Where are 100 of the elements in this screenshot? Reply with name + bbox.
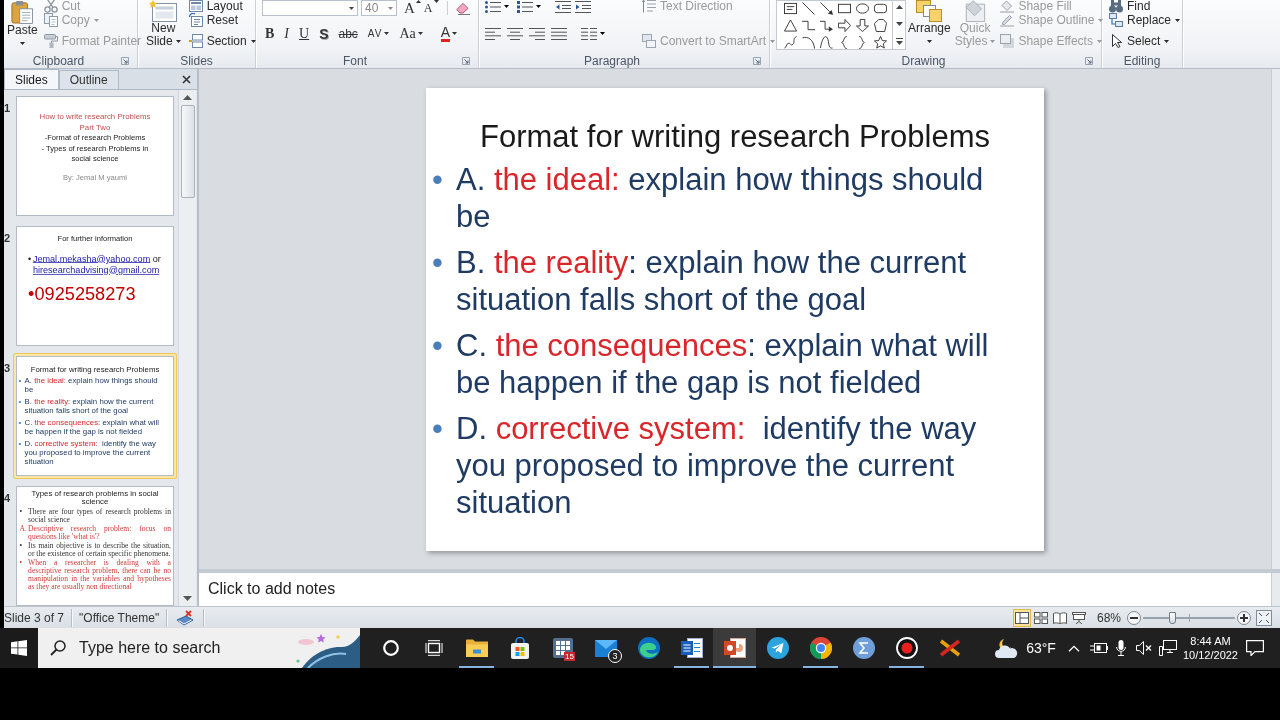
clock-time[interactable]: 8:44 AM xyxy=(1190,634,1231,648)
layout-button[interactable]: Layout xyxy=(187,0,257,12)
arc-icon[interactable] xyxy=(801,36,815,49)
clock-date[interactable]: 10/12/2022 xyxy=(1182,648,1238,662)
scrollbar[interactable] xyxy=(178,90,196,606)
theme-name[interactable]: "Office Theme" xyxy=(72,610,167,625)
columns-icon[interactable] xyxy=(581,27,597,40)
star-icon[interactable] xyxy=(873,36,887,49)
network-icon[interactable] xyxy=(1158,640,1177,656)
fit-to-window-icon[interactable] xyxy=(1256,609,1272,626)
notes-field[interactable]: Click to add notes xyxy=(199,573,1271,606)
triangle-icon[interactable] xyxy=(783,19,797,32)
bullet-list-icon[interactable] xyxy=(485,0,501,13)
scroll-up-icon[interactable] xyxy=(183,95,192,100)
right-arrow-icon[interactable] xyxy=(837,19,851,32)
rounded-rectangle-icon[interactable] xyxy=(873,2,887,15)
shadow-button[interactable]: S xyxy=(316,25,332,42)
minus-icon xyxy=(1130,616,1138,619)
email-link[interactable]: Jemal.mekasha@yahoo.com xyxy=(32,253,151,264)
spell-check-icon[interactable] xyxy=(176,609,195,626)
decrease-indent-icon[interactable] xyxy=(555,0,571,13)
taskbar-button[interactable] xyxy=(713,628,756,668)
email-link[interactable]: hiresearchadvising@gmail.com xyxy=(32,265,160,276)
microphone-icon[interactable] xyxy=(1115,640,1126,656)
scribble-icon[interactable] xyxy=(783,36,797,49)
start-button[interactable] xyxy=(0,628,38,668)
dialog-launcher-icon[interactable] xyxy=(462,56,470,65)
zoom-level[interactable]: 68% xyxy=(1096,610,1121,625)
section-button[interactable]: Section xyxy=(187,33,257,49)
find-button[interactable]: Find xyxy=(1108,0,1182,12)
shrink-font-button[interactable]: A xyxy=(423,0,439,16)
zoom-slider[interactable] xyxy=(1143,610,1235,625)
underline-button[interactable]: U xyxy=(296,25,313,42)
dialog-launcher-icon[interactable] xyxy=(1085,56,1093,65)
curve-icon[interactable] xyxy=(819,36,833,49)
caret-icon[interactable] xyxy=(600,32,605,35)
font-size-field[interactable]: 40 xyxy=(361,0,397,16)
zoom-out-button[interactable] xyxy=(1127,610,1141,625)
arrow-icon[interactable] xyxy=(819,2,833,15)
caret-icon[interactable] xyxy=(504,5,509,8)
align-center-icon[interactable] xyxy=(507,27,523,40)
align-left-icon[interactable] xyxy=(485,27,501,40)
zoom-slider-thumb[interactable] xyxy=(1168,611,1176,624)
taskbar-button[interactable]: 3 xyxy=(584,628,627,668)
zoom-in-button[interactable] xyxy=(1237,610,1251,625)
down-arrow-icon[interactable] xyxy=(855,19,869,32)
scroll-down-icon[interactable] xyxy=(895,21,903,26)
strikethrough-button[interactable]: abc xyxy=(335,25,361,42)
battery-icon[interactable] xyxy=(1089,642,1108,654)
new-slide-icon xyxy=(149,0,178,22)
replace-button[interactable]: Replace xyxy=(1108,12,1182,28)
slide-thumbnail[interactable] xyxy=(13,353,177,479)
taskbar-button[interactable]: 15 xyxy=(541,628,584,668)
pane-tab[interactable]: Outline xyxy=(58,70,119,89)
left-brace-icon[interactable] xyxy=(841,36,847,49)
reset-button[interactable]: Reset xyxy=(187,12,257,28)
shapes-gallery[interactable] xyxy=(776,0,906,50)
font-color-button[interactable]: A xyxy=(437,25,461,42)
align-right-icon[interactable] xyxy=(529,27,545,40)
normal-view-button[interactable] xyxy=(1012,608,1031,627)
elbow-arrow-icon[interactable] xyxy=(819,19,833,32)
polygon-icon[interactable] xyxy=(873,19,887,32)
font-name-field[interactable] xyxy=(262,0,358,16)
scrollbar-thumb[interactable] xyxy=(180,105,195,198)
dialog-launcher-icon[interactable] xyxy=(121,56,129,65)
dialog-launcher-icon[interactable] xyxy=(753,56,761,65)
paste-button[interactable]: Paste xyxy=(4,0,41,50)
oval-icon[interactable] xyxy=(855,2,869,15)
italic-button[interactable]: I xyxy=(281,25,292,42)
elbow-connector-icon[interactable] xyxy=(801,19,815,32)
muted-speaker-icon[interactable] xyxy=(1135,641,1152,655)
new-slide-button[interactable]: New Slide xyxy=(141,0,186,48)
chevron-up-icon[interactable] xyxy=(1067,644,1080,652)
search-bar[interactable]: Type here to search xyxy=(38,628,360,668)
close-icon[interactable] xyxy=(182,74,191,84)
scroll-up-icon[interactable] xyxy=(895,5,903,9)
right-brace-icon[interactable] xyxy=(859,36,865,49)
rectangle-icon[interactable] xyxy=(837,2,851,15)
eraser-icon[interactable] xyxy=(455,1,470,15)
scrollbar[interactable] xyxy=(1271,69,1280,569)
character-spacing-button[interactable]: AV xyxy=(364,25,393,42)
notification-icon[interactable] xyxy=(1246,640,1264,656)
search-field[interactable]: Type here to search xyxy=(79,636,290,660)
increase-indent-icon[interactable] xyxy=(575,0,591,13)
scroll-down-icon[interactable] xyxy=(183,596,192,601)
bold-button[interactable]: B xyxy=(262,25,278,42)
arrange-button[interactable]: Arrange xyxy=(906,0,953,48)
more-icon[interactable] xyxy=(895,38,903,45)
change-case-button[interactable]: Aa xyxy=(396,25,426,42)
select-button[interactable]: Select xyxy=(1108,33,1182,49)
weather-button[interactable]: 63°F xyxy=(993,638,1056,658)
scrollbar[interactable] xyxy=(1271,573,1280,606)
text-box-icon[interactable] xyxy=(783,2,797,15)
presentation-icon xyxy=(723,637,746,659)
pane-tab[interactable]: Slides xyxy=(4,69,59,89)
justify-icon[interactable] xyxy=(551,27,567,40)
line-icon[interactable] xyxy=(801,2,815,15)
caret-icon[interactable] xyxy=(536,5,541,8)
grow-font-button[interactable]: A xyxy=(404,0,421,16)
numbered-list-icon[interactable] xyxy=(517,0,533,13)
